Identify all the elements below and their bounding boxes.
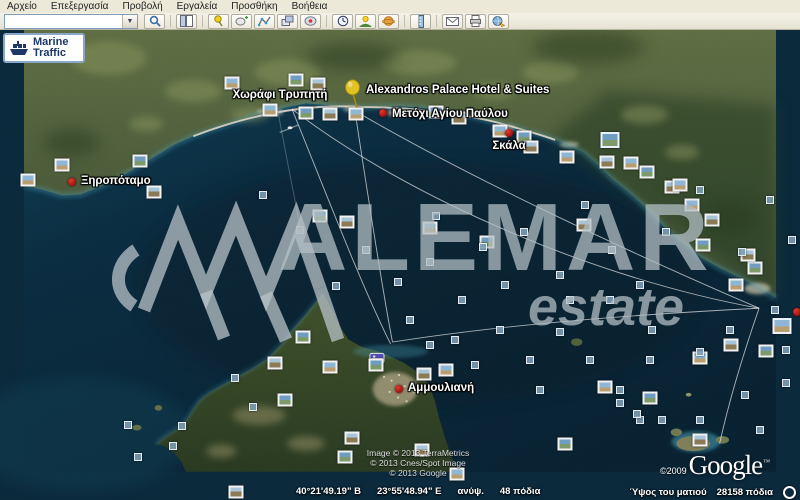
menu-view[interactable]: Προβολή — [115, 1, 169, 12]
sunlight-button[interactable] — [355, 14, 376, 29]
record-tour-icon — [304, 15, 317, 27]
eye-altitude-label: Ύψος του ματιού — [629, 487, 706, 498]
satellite-map — [0, 30, 800, 500]
menu-bar: Αρχείο Επεξεργασία Προβολή Εργαλεία Προσ… — [0, 0, 800, 13]
sidebar-icon — [180, 15, 193, 27]
menu-add[interactable]: Προσθήκη — [224, 1, 284, 12]
copyright-line: © 2013 Cnes/Spot Image — [338, 458, 498, 468]
copyright-line: © 2013 Google — [338, 468, 498, 478]
record-tour-button[interactable] — [300, 14, 321, 29]
add-path-button[interactable] — [254, 14, 275, 29]
ship-icon — [8, 39, 30, 57]
historical-imagery-button[interactable] — [332, 14, 353, 29]
ruler-button[interactable] — [410, 14, 431, 29]
google-logo-text: Google™ — [689, 450, 769, 481]
menu-help[interactable]: Βοήθεια — [285, 1, 335, 12]
sun-icon — [359, 15, 372, 27]
add-polygon-button[interactable] — [231, 14, 252, 29]
copyright-line: Image © 2013 TerraMetrics — [338, 448, 498, 458]
maps-globe-icon — [492, 15, 505, 27]
pushpin-icon — [213, 15, 225, 27]
email-button[interactable] — [442, 14, 463, 29]
ruler-icon — [415, 15, 427, 28]
switch-planet-button[interactable] — [378, 14, 399, 29]
latitude-value: 40°21'49.19" Β — [296, 486, 361, 497]
search-input[interactable] — [5, 15, 122, 28]
search-button[interactable] — [144, 14, 165, 29]
marine-traffic-logo: Marine Traffic — [3, 33, 85, 63]
search-combobox[interactable]: ▼ — [4, 14, 138, 29]
elevation-value: 48 πόδια — [500, 486, 541, 497]
google-logo: ©2009 Google™ — [660, 450, 769, 481]
google-logo-year: ©2009 — [660, 466, 687, 476]
print-icon — [469, 15, 482, 27]
show-sidebar-button[interactable] — [176, 14, 197, 29]
map-copyright: Image © 2013 TerraMetrics © 2013 Cnes/Sp… — [338, 448, 498, 478]
google-earth-window: Αρχείο Επεξεργασία Προβολή Εργαλεία Προσ… — [0, 0, 800, 500]
eye-altitude-value: 28158 πόδια — [717, 487, 773, 498]
statusbar-eye-altitude: Ύψος του ματιού 28158 πόδια — [629, 486, 796, 499]
menu-edit[interactable]: Επεξεργασία — [44, 1, 116, 12]
longitude-value: 23°55'48.94" Ε — [377, 486, 441, 497]
email-icon — [446, 16, 459, 27]
planet-icon — [382, 15, 395, 27]
print-button[interactable] — [465, 14, 486, 29]
chevron-down-icon[interactable]: ▼ — [122, 15, 137, 28]
menu-file[interactable]: Αρχείο — [0, 1, 44, 12]
polygon-icon — [235, 15, 248, 27]
clock-icon — [337, 15, 349, 27]
map-viewport[interactable] — [0, 30, 800, 500]
path-icon — [258, 15, 271, 27]
image-overlay-icon — [281, 15, 294, 27]
search-icon — [149, 15, 161, 27]
elevation-label: ανύψ. — [457, 486, 483, 497]
view-in-maps-button[interactable] — [488, 14, 509, 29]
add-placemark-button[interactable] — [208, 14, 229, 29]
menu-tools[interactable]: Εργαλεία — [170, 1, 225, 12]
marine-traffic-line2: Traffic — [33, 48, 68, 59]
toolbar: ▼ — [0, 13, 800, 30]
streaming-indicator-icon — [783, 486, 796, 499]
add-image-overlay-button[interactable] — [277, 14, 298, 29]
statusbar-coordinates: 40°21'49.19" Β 23°55'48.94" Ε ανύψ. 48 π… — [296, 486, 540, 497]
